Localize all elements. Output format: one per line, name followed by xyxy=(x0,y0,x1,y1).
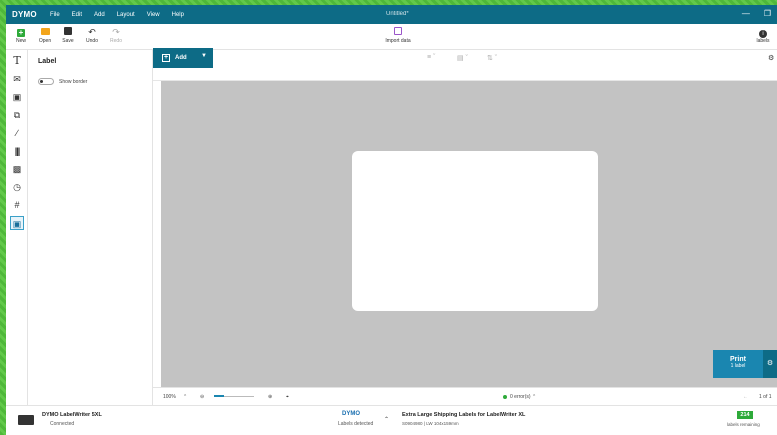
print-label: Print xyxy=(730,356,746,363)
label-type-sku: S0904980 | LW 104x159mm xyxy=(402,421,459,426)
add-icon: + xyxy=(162,54,170,62)
align-icon[interactable]: ≡ ˇ xyxy=(427,54,435,61)
menu-file[interactable]: File xyxy=(50,12,60,18)
labels-detected-status: Labels detected xyxy=(338,421,374,427)
horizontal-ruler xyxy=(153,68,777,81)
labels-remaining-badge: 214 xyxy=(737,411,753,419)
import-data-label: Import data xyxy=(385,38,411,44)
app-logo: DYMO xyxy=(12,10,37,19)
zoom-in-icon[interactable]: ⊕ xyxy=(268,394,272,400)
import-data-button[interactable]: Import data xyxy=(379,27,417,44)
undo-button[interactable]: ↶ Undo xyxy=(83,27,101,44)
zoom-slider[interactable] xyxy=(214,395,254,397)
printer-icon xyxy=(18,415,34,425)
dymo-brand-logo: DYMO xyxy=(342,411,360,417)
print-options-icon[interactable]: ⚙ xyxy=(763,350,777,378)
floppy-icon xyxy=(64,27,72,35)
new-button[interactable]: + New xyxy=(12,27,30,45)
label-select-chevron-icon[interactable]: ⌃ xyxy=(384,416,389,423)
open-label: Open xyxy=(38,38,52,44)
page-indicator: 1 of 1 xyxy=(759,394,772,400)
new-label: New xyxy=(15,38,26,44)
canvas-workspace xyxy=(161,81,777,387)
counter-tool-icon[interactable]: # xyxy=(10,198,24,212)
open-button[interactable]: Open xyxy=(36,27,54,44)
restore-icon[interactable]: ❐ xyxy=(764,9,771,18)
zoom-chevron-icon[interactable]: ⌃ xyxy=(183,394,187,400)
info-icon: i xyxy=(759,30,767,38)
properties-panel: Label Show border xyxy=(28,50,153,405)
menu-edit[interactable]: Edit xyxy=(72,12,82,18)
menu-bar: File Edit Add Layout View Help xyxy=(50,12,196,18)
distribute-icon[interactable]: ⇅ ˇ xyxy=(487,54,497,62)
printer-status: Connected xyxy=(50,421,75,427)
status-dot-icon xyxy=(503,394,507,399)
label-type-name[interactable]: Extra Large Shipping Labels for LabelWri… xyxy=(402,412,525,418)
image-tool-icon[interactable]: ▣ xyxy=(10,90,24,104)
menu-add[interactable]: Add xyxy=(94,12,105,18)
folder-icon xyxy=(40,28,50,35)
printer-footer: DYMO LabelWriter 5XL Connected DYMO Labe… xyxy=(6,405,777,435)
redo-icon: ↷ xyxy=(112,27,120,37)
import-icon xyxy=(394,27,402,35)
printer-name[interactable]: DYMO LabelWriter 5XL xyxy=(42,412,102,418)
print-button[interactable]: Print 1 label xyxy=(713,350,763,378)
chevron-down-icon: ▼ xyxy=(201,53,207,59)
menu-view[interactable]: View xyxy=(147,12,160,18)
date-time-tool-icon[interactable]: ◷ xyxy=(10,180,24,194)
line-tool-icon[interactable]: ∕ xyxy=(10,126,24,140)
label-canvas[interactable] xyxy=(352,151,598,311)
address-tool-icon[interactable]: ✉ xyxy=(10,72,24,86)
shapes-tool-icon[interactable]: ⧉ xyxy=(10,108,24,122)
undo-icon: ↶ xyxy=(88,27,96,37)
main-toolbar: + New Open Save ↶ Undo ↷ Redo Import dat… xyxy=(6,24,777,50)
text-tool-icon[interactable]: T xyxy=(10,54,24,68)
qr-code-tool-icon[interactable]: ▩ xyxy=(10,162,24,176)
show-border-toggle[interactable] xyxy=(38,78,54,85)
labels-button[interactable]: i labels xyxy=(754,27,772,44)
labels-label: labels xyxy=(756,38,770,44)
title-bar: DYMO File Edit Add Layout View Help Unti… xyxy=(6,5,777,24)
zoom-level: 100% xyxy=(163,394,176,400)
status-bar: 100% ⌃ ⊖ ⊕ ⌖ 0 error(s) ⌃ ← 1 of 1 xyxy=(153,387,777,405)
redo-label: Redo xyxy=(110,38,122,44)
save-label: Save xyxy=(62,38,74,44)
undo-label: Undo xyxy=(86,38,98,44)
window-controls: — ❐ xyxy=(742,9,771,18)
vertical-ruler xyxy=(153,81,161,387)
menu-layout[interactable]: Layout xyxy=(117,12,135,18)
save-button[interactable]: Save xyxy=(59,27,77,44)
redo-button[interactable]: ↷ Redo xyxy=(107,27,125,44)
print-count: 1 label xyxy=(730,363,746,369)
settings-icon[interactable]: ⚙ xyxy=(768,54,774,62)
error-count: 0 error(s) xyxy=(510,394,531,400)
format-bar: ≡ ˇ ▤ ˇ ⇅ ˇ ⚙ xyxy=(213,50,777,68)
insert-object-rail: T ✉ ▣ ⧉ ∕ ||| ▩ ◷ # ▣ xyxy=(6,50,28,405)
arrange-icon[interactable]: ▤ ˇ xyxy=(457,54,468,62)
plus-icon: + xyxy=(17,28,25,37)
add-button[interactable]: + Add ▼ xyxy=(153,48,213,68)
label-properties-icon[interactable]: ▣ xyxy=(10,216,24,230)
window-title: Untitled* xyxy=(386,11,409,17)
menu-help[interactable]: Help xyxy=(172,12,184,18)
labels-remaining-text: labels remaining xyxy=(727,422,760,427)
fit-to-screen-icon[interactable]: ⌖ xyxy=(286,394,289,400)
barcode-tool-icon[interactable]: ||| xyxy=(10,144,24,158)
zoom-out-icon[interactable]: ⊖ xyxy=(200,394,204,400)
panel-title: Label xyxy=(38,58,57,65)
error-status[interactable]: 0 error(s) ⌃ xyxy=(503,394,536,400)
show-border-label: Show border xyxy=(59,79,88,85)
minimize-icon[interactable]: — xyxy=(742,9,750,18)
prev-page-icon[interactable]: ← xyxy=(743,394,748,400)
app-window: DYMO File Edit Add Layout View Help Unti… xyxy=(6,5,777,435)
add-label: Add xyxy=(175,55,187,61)
